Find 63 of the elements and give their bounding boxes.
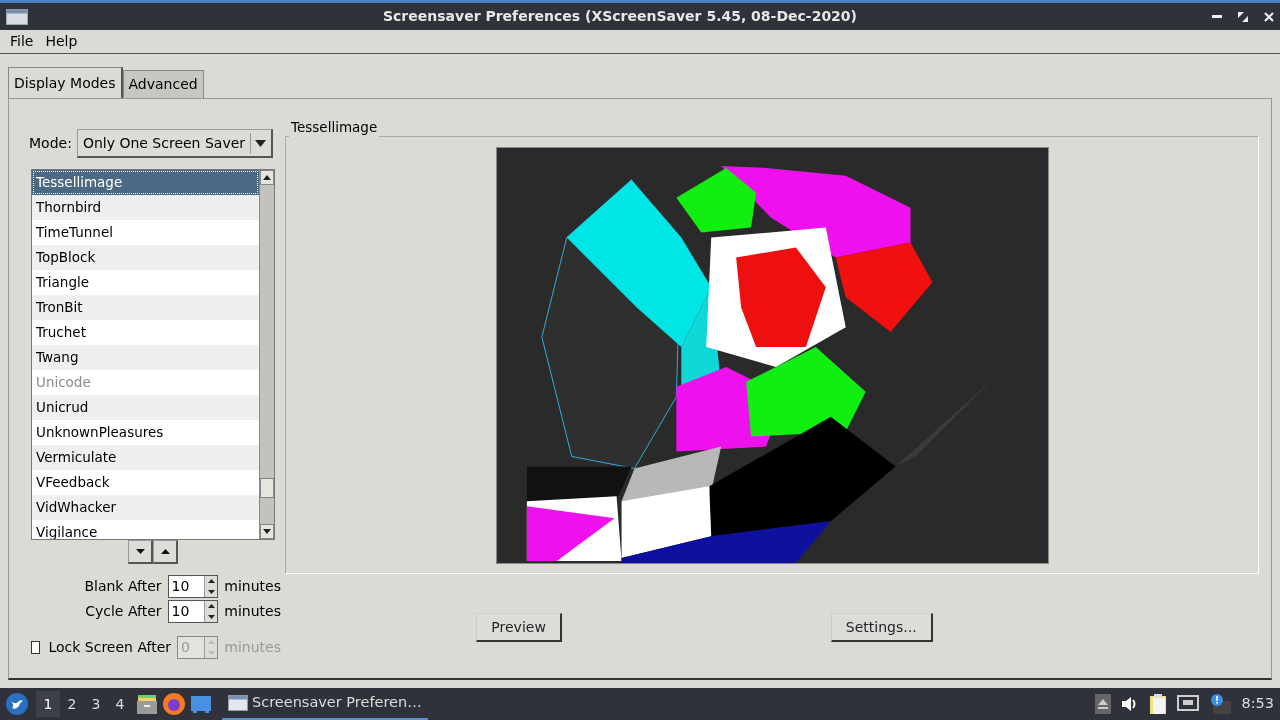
list-item[interactable]: Vermiculate [32, 445, 259, 470]
browser-icon[interactable] [162, 692, 186, 716]
workspace-button[interactable]: 1 [36, 691, 60, 717]
minimize-icon[interactable] [1212, 14, 1222, 19]
list-item[interactable]: Truchet [32, 320, 259, 345]
window-icon [228, 695, 248, 711]
clock: 8:53 [1241, 694, 1274, 714]
menu-item[interactable]: Help [39, 31, 84, 52]
maximize-icon[interactable] [1238, 11, 1248, 22]
field-label: Lock Screen After [48, 638, 171, 657]
settings-button[interactable]: Settings... [830, 613, 933, 643]
menu-item[interactable]: File [4, 31, 40, 52]
spin-field[interactable]: 10 [167, 600, 219, 623]
preview-button[interactable]: Preview [476, 613, 562, 643]
scroll-down-icon[interactable] [263, 529, 271, 534]
scrollbar-thumb[interactable] [260, 478, 274, 498]
field-label: Blank After [83, 577, 162, 596]
tab[interactable]: Advanced [122, 70, 204, 98]
close-icon[interactable] [1264, 11, 1274, 22]
menu-logo-icon[interactable] [6, 693, 28, 715]
file-cabinet-icon[interactable] [136, 693, 158, 715]
spin-field[interactable]: 10 [167, 575, 219, 598]
scrollbar[interactable] [259, 170, 274, 539]
list-item[interactable]: TimeTunnel [32, 220, 259, 245]
window-icon [6, 8, 28, 25]
list-item[interactable]: Tessellimage [32, 170, 259, 195]
up-arrow-icon [160, 549, 170, 554]
list-item[interactable]: TopBlock [32, 245, 259, 270]
move-down-button[interactable] [128, 540, 153, 564]
taskbar-window-button[interactable]: Screensaver Preferen… [222, 688, 428, 720]
list-item[interactable]: Unicrud [32, 395, 259, 420]
spin-down-icon[interactable] [207, 589, 215, 594]
move-up-button[interactable] [153, 540, 178, 564]
workspace-button[interactable]: 3 [84, 691, 108, 717]
list-item[interactable]: Vigilance [32, 520, 259, 539]
mode-label: Mode: [29, 134, 72, 153]
workspace-button[interactable]: 4 [108, 691, 132, 717]
spin-up-icon[interactable] [207, 604, 215, 609]
field-label: Cycle After [84, 602, 162, 621]
caret-icon [255, 139, 267, 147]
clipboard-icon[interactable] [1149, 693, 1168, 715]
unit-label: minutes [224, 577, 281, 596]
unit-label: minutes [224, 602, 281, 621]
unit-label: minutes [224, 638, 281, 657]
list-item[interactable]: Thornbird [32, 195, 259, 220]
list-item[interactable]: VFeedback [32, 470, 259, 495]
list-item[interactable]: TronBit [32, 295, 259, 320]
tab[interactable]: Display Modes [8, 67, 123, 98]
workspace-button[interactable]: 2 [60, 691, 84, 717]
scroll-up-icon[interactable] [263, 175, 271, 180]
list-item[interactable]: UnknownPleasures [32, 420, 259, 445]
list-item[interactable]: VidWhacker [32, 495, 259, 520]
list-item[interactable]: Twang [32, 345, 259, 370]
eject-icon[interactable] [1095, 694, 1112, 714]
network-icon[interactable] [1177, 695, 1200, 713]
spin-down-icon[interactable] [207, 614, 215, 619]
mode-dropdown[interactable]: Only One Screen Saver [76, 129, 273, 158]
list-item[interactable]: Triangle [32, 270, 259, 295]
spin-up-icon[interactable] [207, 579, 215, 584]
notification-icon[interactable] [1209, 693, 1232, 715]
desktop-icon[interactable] [190, 694, 212, 714]
down-arrow-icon [135, 549, 145, 554]
window-title: Screensaver Preferences (XScreenSaver 5.45, 08-Dec-2020) [382, 7, 858, 26]
